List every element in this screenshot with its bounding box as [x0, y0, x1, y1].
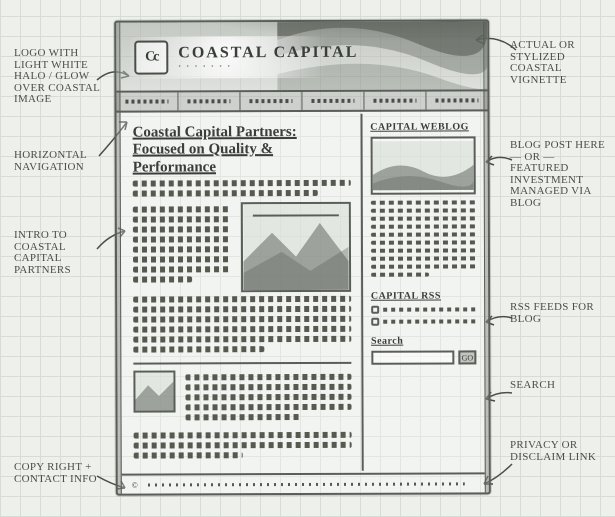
page-headline: Coastal Capital Partners: Focused on Qua…	[133, 124, 351, 177]
rss-widget: CAPITAL RSS	[371, 290, 476, 325]
annotation-rss: RSS feeds for blog	[510, 302, 605, 325]
nav-item[interactable]	[240, 92, 302, 110]
footer	[122, 472, 485, 493]
search-label: Search	[371, 335, 476, 346]
headline-line1: Coastal Capital Partners:	[133, 124, 297, 141]
annotation-search: Search	[510, 380, 605, 392]
main-column: Coastal Capital Partners: Focused on Qua…	[121, 114, 364, 472]
search-button[interactable]: GO	[458, 350, 476, 364]
brand-tagline: • • • • • • •	[178, 62, 358, 71]
footer-copyright	[132, 480, 138, 489]
weblog-widget: CAPITAL WEBLOG	[370, 121, 476, 280]
nav-item[interactable]	[364, 92, 426, 110]
annotation-vignette: Actual or stylized coastal vignette	[510, 40, 605, 86]
nav-item[interactable]	[116, 92, 178, 110]
nav-item[interactable]	[426, 91, 487, 109]
weblog-title: CAPITAL WEBLOG	[370, 121, 475, 132]
primary-nav	[116, 91, 487, 112]
rss-icon	[371, 306, 379, 314]
intro-image	[241, 202, 351, 292]
nav-item[interactable]	[302, 92, 364, 110]
annotation-nav: Horizontal navigation	[14, 150, 109, 173]
rss-icon	[371, 318, 379, 326]
annotation-footer-left: Copy right + contact info	[14, 462, 109, 485]
intro-block	[133, 202, 351, 293]
nav-item[interactable]	[178, 92, 240, 110]
feature-block	[133, 370, 351, 425]
logo[interactable]: Cc COASTAL CAPITAL • • • • • • •	[130, 36, 368, 79]
headline-line2: Focused on Quality & Performance	[133, 141, 273, 175]
annotation-footer-right: Privacy or disclaim link	[510, 440, 605, 463]
annotation-blog: Blog post here — or — featured investmen…	[510, 140, 610, 209]
rss-feed-item[interactable]	[371, 317, 476, 325]
search-input[interactable]	[371, 350, 454, 364]
weblog-image[interactable]	[370, 136, 475, 194]
brand-name: COASTAL CAPITAL	[178, 44, 358, 63]
logo-mark: Cc	[134, 40, 168, 74]
sidebar: CAPITAL WEBLOG	[362, 113, 485, 470]
page-wireframe: Cc COASTAL CAPITAL • • • • • • • Coastal…	[114, 19, 491, 495]
annotation-intro: Intro to Coastal Capital Partners	[14, 230, 109, 276]
search-widget: Search GO	[371, 335, 476, 364]
annotation-logo: Logo with light white halo / glow over c…	[14, 48, 109, 106]
rss-feed-item[interactable]	[371, 305, 476, 313]
masthead: Cc COASTAL CAPITAL • • • • • • •	[116, 21, 487, 92]
feature-thumb	[133, 370, 175, 412]
rss-title: CAPITAL RSS	[371, 290, 476, 301]
